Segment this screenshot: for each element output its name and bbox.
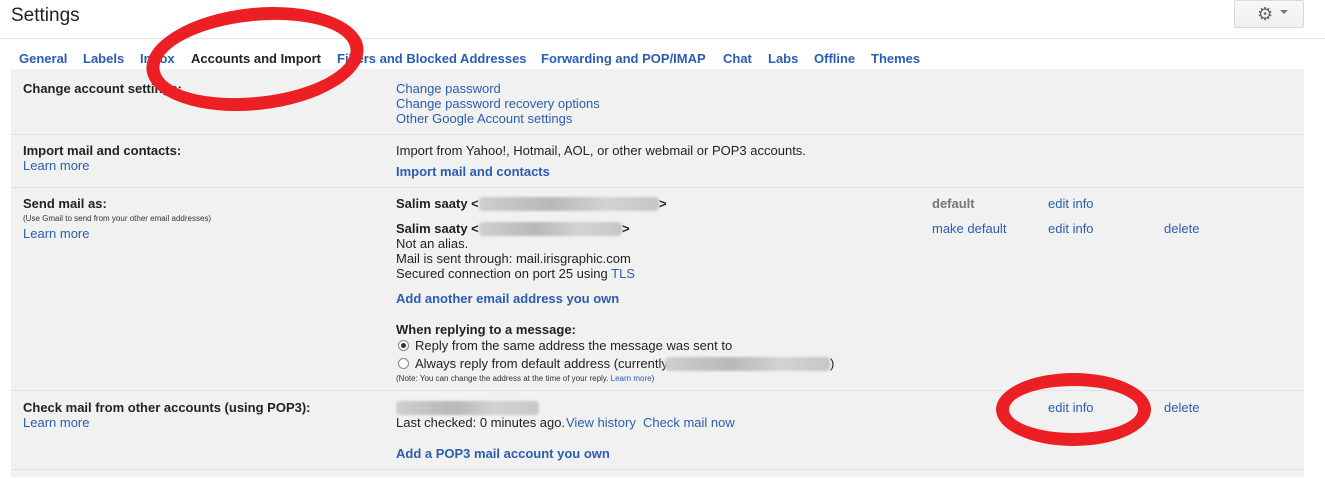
- add-email-address-link[interactable]: Add another email address you own: [396, 291, 619, 306]
- tab-chat[interactable]: Chat: [723, 51, 752, 66]
- google-account-settings-link[interactable]: Other Google Account settings: [396, 111, 572, 126]
- gear-icon: ⚙: [1257, 4, 1274, 24]
- edit-info-link[interactable]: edit info: [1048, 221, 1094, 236]
- send-as-entry-name: Salim saaty <: [396, 196, 479, 211]
- import-label: Import mail and contacts:: [23, 143, 182, 158]
- reply-heading: When replying to a message:: [396, 322, 576, 337]
- edit-info-link[interactable]: edit info: [1048, 196, 1094, 211]
- settings-gear-button[interactable]: ⚙: [1234, 0, 1304, 28]
- send-as-entry-close: >: [659, 196, 667, 211]
- send-as-note: (Use Gmail to send from your other email…: [23, 214, 212, 223]
- tab-offline[interactable]: Offline: [814, 51, 855, 66]
- reply-note: (Note: You can change the address at the…: [396, 374, 654, 383]
- redacted-email: [665, 357, 830, 371]
- delete-link[interactable]: delete: [1164, 221, 1199, 236]
- tab-filters[interactable]: Filters and Blocked Addresses: [337, 51, 527, 66]
- redacted-email: [479, 222, 622, 236]
- change-password-link[interactable]: Change password: [396, 81, 501, 96]
- tab-general[interactable]: General: [19, 51, 67, 66]
- reply-note-close: ): [651, 374, 655, 383]
- alias-status: Not an alias.: [396, 236, 469, 251]
- reply-learn-more-link[interactable]: Learn more: [611, 374, 652, 383]
- tab-forwarding[interactable]: Forwarding and POP/IMAP: [541, 51, 706, 66]
- section-divider: [11, 187, 1304, 188]
- reply-default-address-label[interactable]: Always reply from default address (curre…: [415, 356, 668, 371]
- check-mail-learn-more-link[interactable]: Learn more: [23, 415, 89, 430]
- annotation-circle: [996, 373, 1151, 446]
- page-title: Settings: [11, 5, 80, 26]
- reply-default-address-radio[interactable]: [398, 358, 409, 369]
- make-default-link[interactable]: make default: [932, 221, 1006, 236]
- add-pop3-account-link[interactable]: Add a POP3 mail account you own: [396, 446, 610, 461]
- reply-note-text: (Note: You can change the address at the…: [396, 374, 611, 383]
- change-recovery-link[interactable]: Change password recovery options: [396, 96, 600, 111]
- reply-default-close: ): [830, 356, 835, 371]
- tab-labels[interactable]: Labels: [83, 51, 124, 66]
- view-history-link[interactable]: View history: [566, 415, 636, 430]
- secured-connection: Secured connection on port 25 using TLS: [396, 266, 635, 281]
- redacted-email: [396, 401, 539, 415]
- tls-link[interactable]: TLS: [611, 266, 635, 281]
- reply-same-address-label[interactable]: Reply from the same address the message …: [415, 338, 732, 353]
- check-mail-now-link[interactable]: Check mail now: [643, 415, 735, 430]
- section-divider: [11, 469, 1304, 470]
- tab-labs[interactable]: Labs: [768, 51, 798, 66]
- last-checked: Last checked: 0 minutes ago.: [396, 415, 566, 430]
- import-mail-contacts-link[interactable]: Import mail and contacts: [396, 164, 550, 179]
- send-as-entry-name: Salim saaty <: [396, 221, 479, 236]
- check-mail-label: Check mail from other accounts (using PO…: [23, 400, 311, 415]
- smtp-server: Mail is sent through: mail.irisgraphic.c…: [396, 251, 631, 266]
- caret-down-icon: [1280, 10, 1288, 14]
- redacted-email: [479, 197, 659, 211]
- import-description: Import from Yahoo!, Hotmail, AOL, or oth…: [396, 143, 806, 158]
- section-divider: [11, 134, 1304, 135]
- default-badge: default: [932, 196, 975, 211]
- reply-same-address-radio[interactable]: [398, 340, 409, 351]
- send-as-learn-more-link[interactable]: Learn more: [23, 226, 89, 241]
- tab-themes[interactable]: Themes: [871, 51, 920, 66]
- pop3-delete-link[interactable]: delete: [1164, 400, 1199, 415]
- send-as-entry-close: >: [622, 221, 630, 236]
- secured-connection-text: Secured connection on port 25 using: [396, 266, 612, 281]
- send-as-label: Send mail as:: [23, 196, 107, 211]
- import-learn-more-link[interactable]: Learn more: [23, 158, 89, 173]
